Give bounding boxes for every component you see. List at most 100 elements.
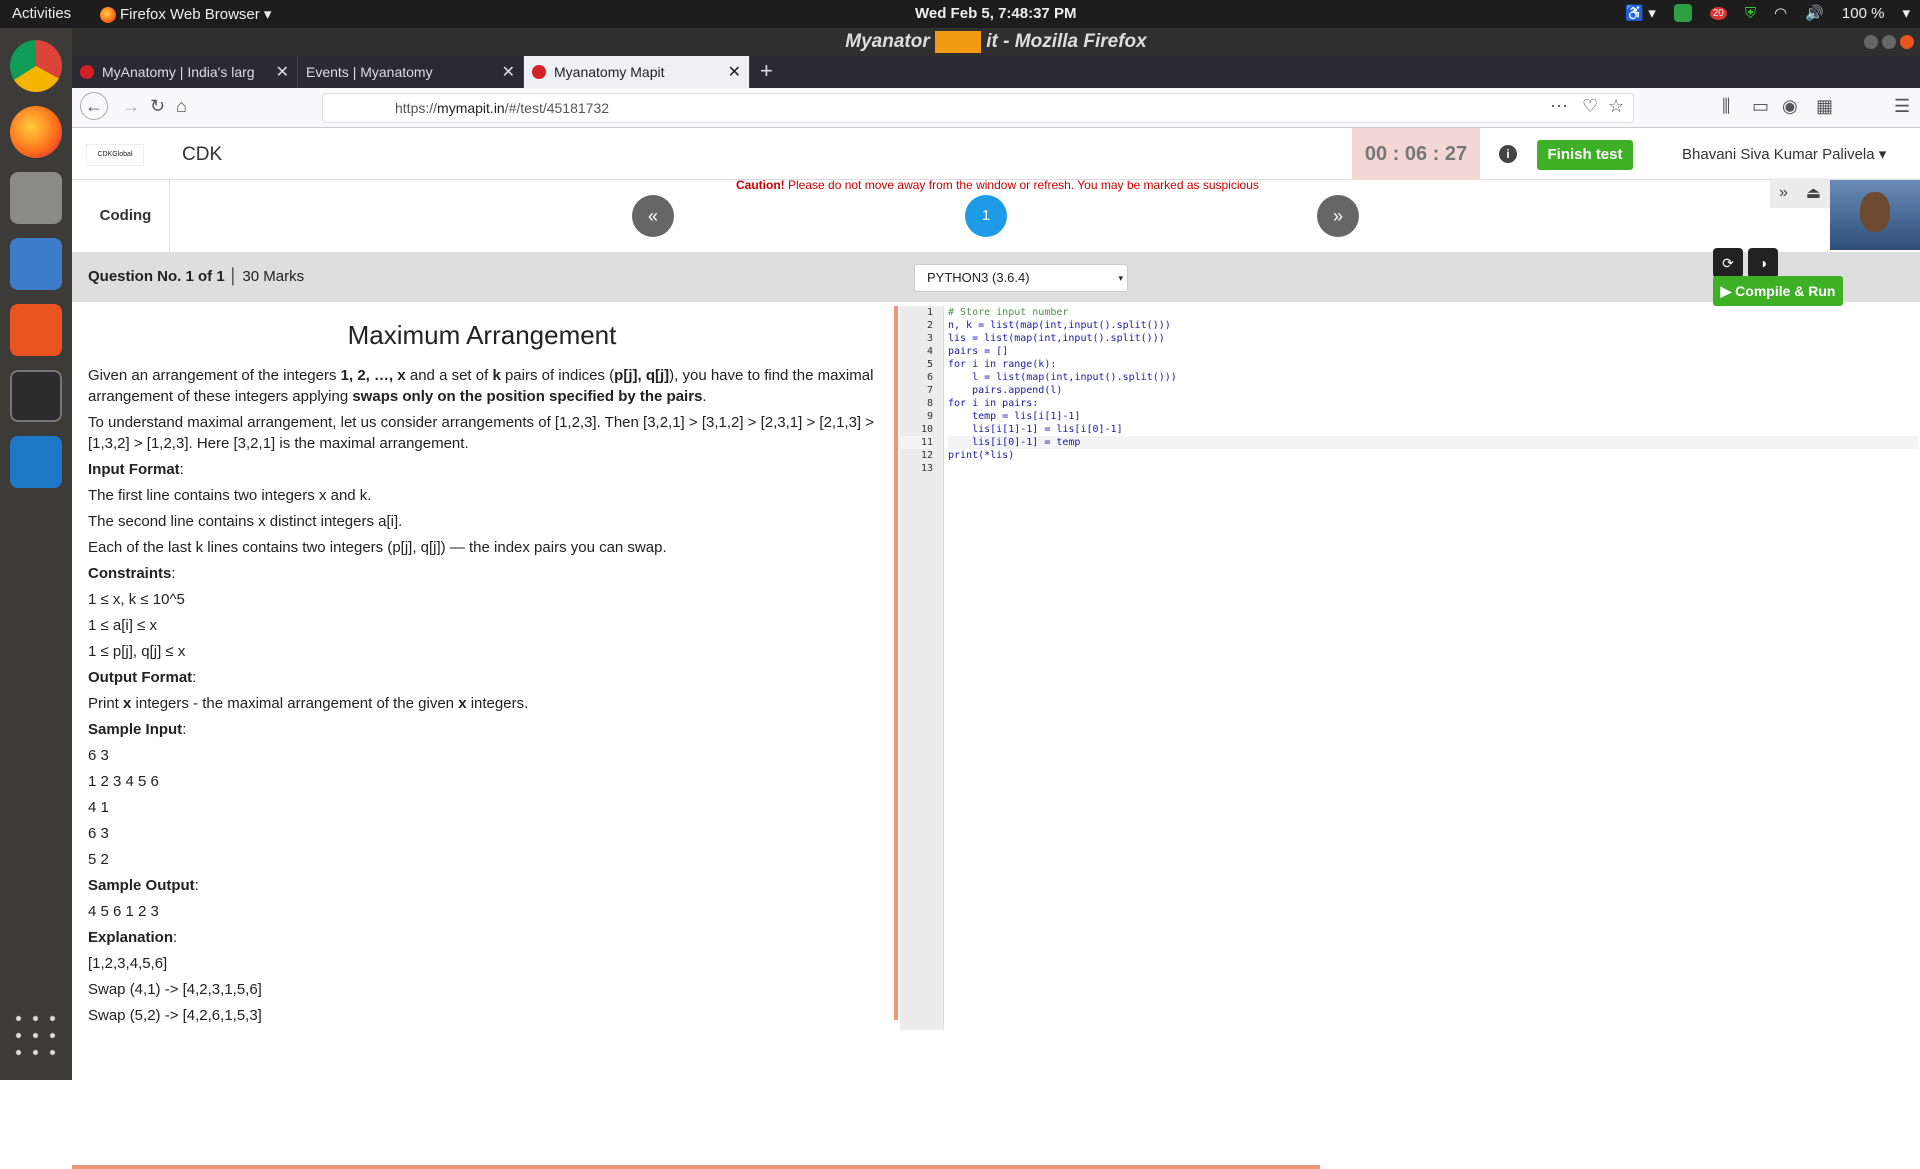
code-area[interactable]: # Store input number n, k = list(map(int,… <box>948 306 1918 475</box>
close-tab-icon[interactable]: ✕ <box>276 62 289 82</box>
reset-code-button[interactable]: ⟳ <box>1713 248 1743 278</box>
window-title-bar: Myanator it - Mozilla Firefox <box>72 28 1920 56</box>
menu-icon[interactable]: ☰ <box>1894 96 1910 117</box>
show-applications-icon[interactable] <box>10 1010 62 1062</box>
question-1-button[interactable]: 1 <box>965 195 1007 237</box>
pocket-icon[interactable]: ♡ <box>1582 96 1598 117</box>
tab-events[interactable]: Events | Myanatomy ✕ <box>298 56 524 88</box>
cdk-logo: CDKGlobal <box>86 144 144 166</box>
line-number: 9 <box>926 411 933 422</box>
volume-icon[interactable]: 🔊 <box>1805 4 1824 22</box>
tab-myanatomy[interactable]: MyAnatomy | India's larg ✕ <box>72 56 298 88</box>
collapse-icon[interactable]: » <box>1779 184 1788 202</box>
minimize-icon[interactable] <box>1864 35 1878 49</box>
constraints-heading: Constraints: <box>88 565 176 582</box>
back-icon[interactable]: ← <box>80 92 108 120</box>
code-editor[interactable]: 1 2 3 4 5 6 7 8 9 10 11 12 13 # Store input number n,… <box>900 306 1920 1030</box>
account-icon[interactable]: ◉ <box>1782 96 1798 117</box>
app-name: Firefox Web Browser <box>120 6 260 23</box>
extensions-icon[interactable]: ▦ <box>1816 96 1833 117</box>
close-window-icon[interactable] <box>1900 35 1914 49</box>
user-name: Bhavani Siva Kumar Palivela <box>1682 146 1875 163</box>
power-menu-icon[interactable]: ▾ <box>1902 4 1910 22</box>
next-button[interactable]: » <box>1317 195 1359 237</box>
page-actions-icon[interactable]: ⋯ <box>1550 96 1568 117</box>
sample-input-line: 1 2 3 4 5 6 <box>88 773 159 790</box>
code-line[interactable]: lis[i[0]-1] = temp <box>948 436 1918 449</box>
window-title-right: it - Mozilla Firefox <box>986 31 1147 52</box>
code-line[interactable] <box>948 462 1918 475</box>
tab-label: Myanatomy Mapit <box>554 64 665 80</box>
constraint-1: 1 ≤ x, k ≤ 10^5 <box>88 591 185 608</box>
home-icon[interactable]: ⌂ <box>176 96 187 117</box>
sidebar-icon[interactable]: ▭ <box>1752 96 1769 117</box>
code-line[interactable]: temp = lis[i[1]-1] <box>948 410 1918 423</box>
battery-label[interactable]: 100 % <box>1842 5 1885 22</box>
code-line[interactable]: lis[i[1]-1] = lis[i[0]-1] <box>948 423 1918 436</box>
app-menu[interactable]: Firefox Web Browser ▾ <box>100 5 271 24</box>
url-bar[interactable]: https://mymapit.in/#/test/45181732 <box>322 93 1634 123</box>
close-tab-icon[interactable]: ✕ <box>728 62 741 82</box>
forward-icon[interactable]: → <box>122 96 140 117</box>
tab-label: Events | Myanatomy <box>306 64 433 80</box>
activities-button[interactable]: Activities <box>12 5 71 22</box>
line-number-gutter: 1 2 3 4 5 6 7 8 9 10 11 12 13 <box>900 306 944 1030</box>
problem-title: Maximum Arrangement <box>347 320 617 350</box>
notification-badge[interactable]: 20 <box>1709 6 1727 20</box>
close-tab-icon[interactable]: ✕ <box>502 62 515 82</box>
check-icon[interactable] <box>1673 4 1692 22</box>
line-number: 1 <box>926 307 933 318</box>
firefox-dock-icon[interactable] <box>10 106 62 158</box>
chrome-icon[interactable] <box>10 40 62 92</box>
code-line[interactable]: n, k = list(map(int,input().split())) <box>948 319 1918 332</box>
language-select[interactable]: PYTHON3 (3.6.4) ▾ <box>914 264 1128 292</box>
reload-icon[interactable]: ↻ <box>150 96 165 117</box>
files-icon[interactable] <box>10 172 62 224</box>
sample-input-line: 5 2 <box>88 851 109 868</box>
code-line[interactable]: lis = list(map(int,input().split())) <box>948 332 1918 345</box>
code-line[interactable]: print(*lis) <box>948 449 1918 462</box>
software-center-icon[interactable] <box>10 304 62 356</box>
input-line-3: Each of the last k lines contains two in… <box>88 539 667 556</box>
input-line-1: The first line contains two integers x a… <box>88 487 372 504</box>
output-format-text: Print x integers - the maximal arrangeme… <box>88 693 876 714</box>
code-line[interactable]: pairs = [] <box>948 345 1918 358</box>
library-icon[interactable]: ⫼ <box>1722 96 1730 117</box>
panel-splitter[interactable] <box>894 306 898 1020</box>
bookmark-star-icon[interactable]: ☆ <box>1608 96 1624 117</box>
accessibility-icon[interactable]: ♿ ▾ <box>1625 4 1655 22</box>
compile-run-button[interactable]: ▶ Compile & Run <box>1713 276 1843 306</box>
document-viewer-icon[interactable] <box>10 238 62 290</box>
explanation-line: [1,2,3,4,5,6] <box>88 955 168 972</box>
code-line[interactable]: l = list(map(int,input().split())) <box>948 371 1918 384</box>
system-tray[interactable]: ♿ ▾ 20 ⛨ ◠ 🔊 100 % ▾ <box>1625 4 1910 22</box>
shield-icon[interactable]: ⛨ <box>1745 5 1756 22</box>
info-icon[interactable]: i <box>1499 145 1517 163</box>
system-top-bar: Activities Firefox Web Browser ▾ Wed Feb… <box>0 0 1920 28</box>
line-number: 11 <box>900 436 933 449</box>
vscode-icon[interactable] <box>10 436 62 488</box>
previous-button[interactable]: « <box>632 195 674 237</box>
code-line[interactable]: pairs.append(l) <box>948 384 1918 397</box>
clock[interactable]: Wed Feb 5, 7:48:37 PM <box>915 5 1076 22</box>
wifi-icon[interactable]: ◠ <box>1774 4 1787 22</box>
code-line[interactable]: for i in range(k): <box>948 358 1918 371</box>
sample-input-line: 6 3 <box>88 825 109 842</box>
code-line[interactable]: # Store input number <box>948 306 1918 319</box>
tab-mapit[interactable]: Myanatomy Mapit ✕ <box>524 56 750 88</box>
new-tab-icon[interactable]: + <box>750 56 783 88</box>
finish-test-button[interactable]: Finish test <box>1537 140 1633 170</box>
theme-toggle-button[interactable]: ◑ <box>1748 248 1778 278</box>
line-number: 7 <box>926 385 933 396</box>
horizontal-scrollbar[interactable] <box>72 1165 1320 1169</box>
sample-input-line: 4 1 <box>88 799 109 816</box>
chevron-down-icon: ▾ <box>1118 273 1123 283</box>
maximize-icon[interactable] <box>1882 35 1896 49</box>
language-value: PYTHON3 (3.6.4) <box>927 270 1030 285</box>
code-line[interactable]: for i in pairs: <box>948 397 1918 410</box>
camera-toggle-icon[interactable]: ⏏ <box>1806 183 1821 203</box>
terminal-icon[interactable] <box>10 370 62 422</box>
caution-message: Caution! Please do not move away from th… <box>736 178 1259 192</box>
caution-label: Caution! <box>736 178 785 192</box>
user-menu[interactable]: Bhavani Siva Kumar Palivela ▾ <box>1682 145 1886 163</box>
